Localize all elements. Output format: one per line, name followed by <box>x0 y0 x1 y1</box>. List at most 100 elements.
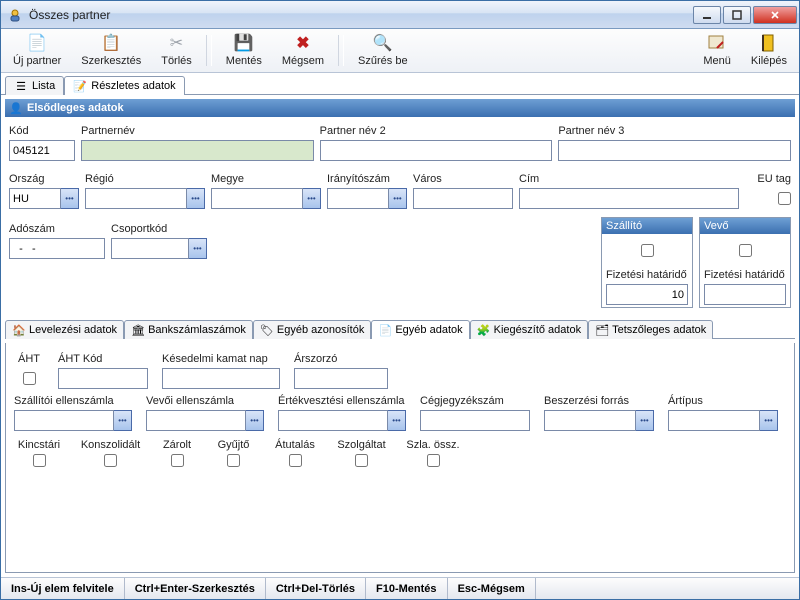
partnername3-input[interactable] <box>558 140 791 161</box>
deprec-input[interactable] <box>278 410 388 431</box>
county-dropdown-button[interactable]: ••• <box>303 188 321 209</box>
otherdata-panel: ÁHT ÁHT Kód Késedelmi kamat nap Árszorzó… <box>5 343 795 573</box>
locked-checkbox[interactable] <box>171 454 184 467</box>
status-f10: F10-Mentés <box>366 578 448 599</box>
region-dropdown-button[interactable]: ••• <box>187 188 205 209</box>
subtab-custom[interactable]: 🗂Tetszőleges adatok <box>588 320 713 339</box>
aht-checkbox[interactable] <box>23 372 36 385</box>
exit-button[interactable]: Kilépés <box>743 31 795 70</box>
country-input[interactable] <box>9 188 61 209</box>
tax-input[interactable] <box>9 238 105 259</box>
minimize-button[interactable] <box>693 6 721 24</box>
toolbar-sep <box>206 35 212 66</box>
toolbar-sep2 <box>338 35 344 66</box>
label-customer-paydue: Fizetési határidő <box>704 269 786 282</box>
titlebar: Összes partner <box>1 1 799 29</box>
supcounter-dropdown-button[interactable]: ••• <box>114 410 132 431</box>
subtab-bank[interactable]: 🏛Bankszámlaszámok <box>124 320 253 339</box>
eutag-checkbox[interactable] <box>778 192 791 205</box>
label-code: Kód <box>9 125 75 138</box>
country-dropdown-button[interactable]: ••• <box>61 188 79 209</box>
label-service: Szolgáltat <box>337 439 385 452</box>
label-county: Megye <box>211 173 321 186</box>
address-input[interactable] <box>519 188 739 209</box>
multiplier-input[interactable] <box>294 368 388 389</box>
primary-section-title: Elsődleges adatok <box>27 102 124 114</box>
region-combo: ••• <box>85 188 205 209</box>
extra-icon: 🧩 <box>477 323 491 337</box>
statusbar: Ins-Új elem felvitele Ctrl+Enter-Szerkes… <box>1 577 799 599</box>
ahtcode-input[interactable] <box>58 368 148 389</box>
city-input[interactable] <box>413 188 513 209</box>
edit-button[interactable]: 📋Szerkesztés <box>73 31 149 70</box>
code-input[interactable] <box>9 140 75 161</box>
subtabs: 🏠Levelezési adatok 🏛Bankszámlaszámok 🏷Eg… <box>5 319 795 339</box>
zip-input[interactable] <box>327 188 389 209</box>
groupcode-dropdown-button[interactable]: ••• <box>189 238 207 259</box>
regno-input[interactable] <box>420 410 530 431</box>
service-checkbox[interactable] <box>355 454 368 467</box>
menu-button[interactable]: Menü <box>695 31 739 70</box>
customer-box: Vevő Fizetési határidő <box>699 217 791 308</box>
consolidated-checkbox[interactable] <box>104 454 117 467</box>
deprec-dropdown-button[interactable]: ••• <box>388 410 406 431</box>
partnername-input[interactable] <box>81 140 314 161</box>
supcounter-input[interactable] <box>14 410 114 431</box>
list-icon: ☰ <box>14 79 28 93</box>
supplier-paydue-input[interactable] <box>606 284 688 305</box>
app-window: Összes partner 📄Új partner 📋Szerkesztés … <box>0 0 800 600</box>
content-panel: 👤 Elsődleges adatok Kód Partnernév Partn… <box>1 95 799 577</box>
label-eutag: EU tag <box>745 173 791 186</box>
groupcode-input[interactable] <box>111 238 189 259</box>
label-procsrc: Beszerzési forrás <box>544 395 654 408</box>
subtab-otherid[interactable]: 🏷Egyéb azonosítók <box>253 320 371 339</box>
label-groupcode: Csoportkód <box>111 223 207 236</box>
filter-button[interactable]: 🔍Szűrés be <box>350 31 416 70</box>
newpartner-icon: 📄 <box>26 32 48 54</box>
close-button[interactable] <box>753 6 797 24</box>
customer-checkbox[interactable] <box>739 244 752 257</box>
person-icon: 👤 <box>9 101 23 115</box>
app-icon <box>7 7 23 23</box>
partnername2-input[interactable] <box>320 140 553 161</box>
supplier-checkbox[interactable] <box>641 244 654 257</box>
subtab-otherdata[interactable]: 📄Egyéb adatok <box>371 320 469 339</box>
label-transfer: Átutalás <box>275 439 315 452</box>
zip-dropdown-button[interactable]: ••• <box>389 188 407 209</box>
county-input[interactable] <box>211 188 303 209</box>
save-icon: 💾 <box>233 32 255 54</box>
label-country: Ország <box>9 173 79 186</box>
invsum-checkbox[interactable] <box>427 454 440 467</box>
custcounter-dropdown-button[interactable]: ••• <box>246 410 264 431</box>
groupcode-combo: ••• <box>111 238 207 259</box>
toolbar: 📄Új partner 📋Szerkesztés ✂Törlés 💾Mentés… <box>1 29 799 73</box>
label-ahtcode: ÁHT Kód <box>58 353 148 366</box>
procsrc-dropdown-button[interactable]: ••• <box>636 410 654 431</box>
pricetype-input[interactable] <box>668 410 760 431</box>
supplier-box: Szállító Fizetési határidő <box>601 217 693 308</box>
subtab-extra[interactable]: 🧩Kiegészítő adatok <box>470 320 588 339</box>
edit-icon: 📋 <box>100 32 122 54</box>
save-button[interactable]: 💾Mentés <box>218 31 270 70</box>
window-title: Összes partner <box>27 8 691 22</box>
label-zip: Irányítószám <box>327 173 407 186</box>
region-input[interactable] <box>85 188 187 209</box>
delete-button[interactable]: ✂Törlés <box>153 31 200 70</box>
cancel-button[interactable]: ✖Mégsem <box>274 31 332 70</box>
custcounter-input[interactable] <box>146 410 246 431</box>
newpartner-button[interactable]: 📄Új partner <box>5 31 69 70</box>
treasury-checkbox[interactable] <box>33 454 46 467</box>
collector-checkbox[interactable] <box>227 454 240 467</box>
maximize-button[interactable] <box>723 6 751 24</box>
label-treasury: Kincstári <box>18 439 60 452</box>
transfer-checkbox[interactable] <box>289 454 302 467</box>
label-supcounter: Szállítói ellenszámla <box>14 395 132 408</box>
subtab-mail[interactable]: 🏠Levelezési adatok <box>5 320 124 339</box>
customer-paydue-input[interactable] <box>704 284 786 305</box>
tab-detail[interactable]: 📝Részletes adatok <box>64 76 184 95</box>
label-multiplier: Árszorzó <box>294 353 388 366</box>
procsrc-input[interactable] <box>544 410 636 431</box>
pricetype-dropdown-button[interactable]: ••• <box>760 410 778 431</box>
latedays-input[interactable] <box>162 368 280 389</box>
tab-list[interactable]: ☰Lista <box>5 76 64 95</box>
